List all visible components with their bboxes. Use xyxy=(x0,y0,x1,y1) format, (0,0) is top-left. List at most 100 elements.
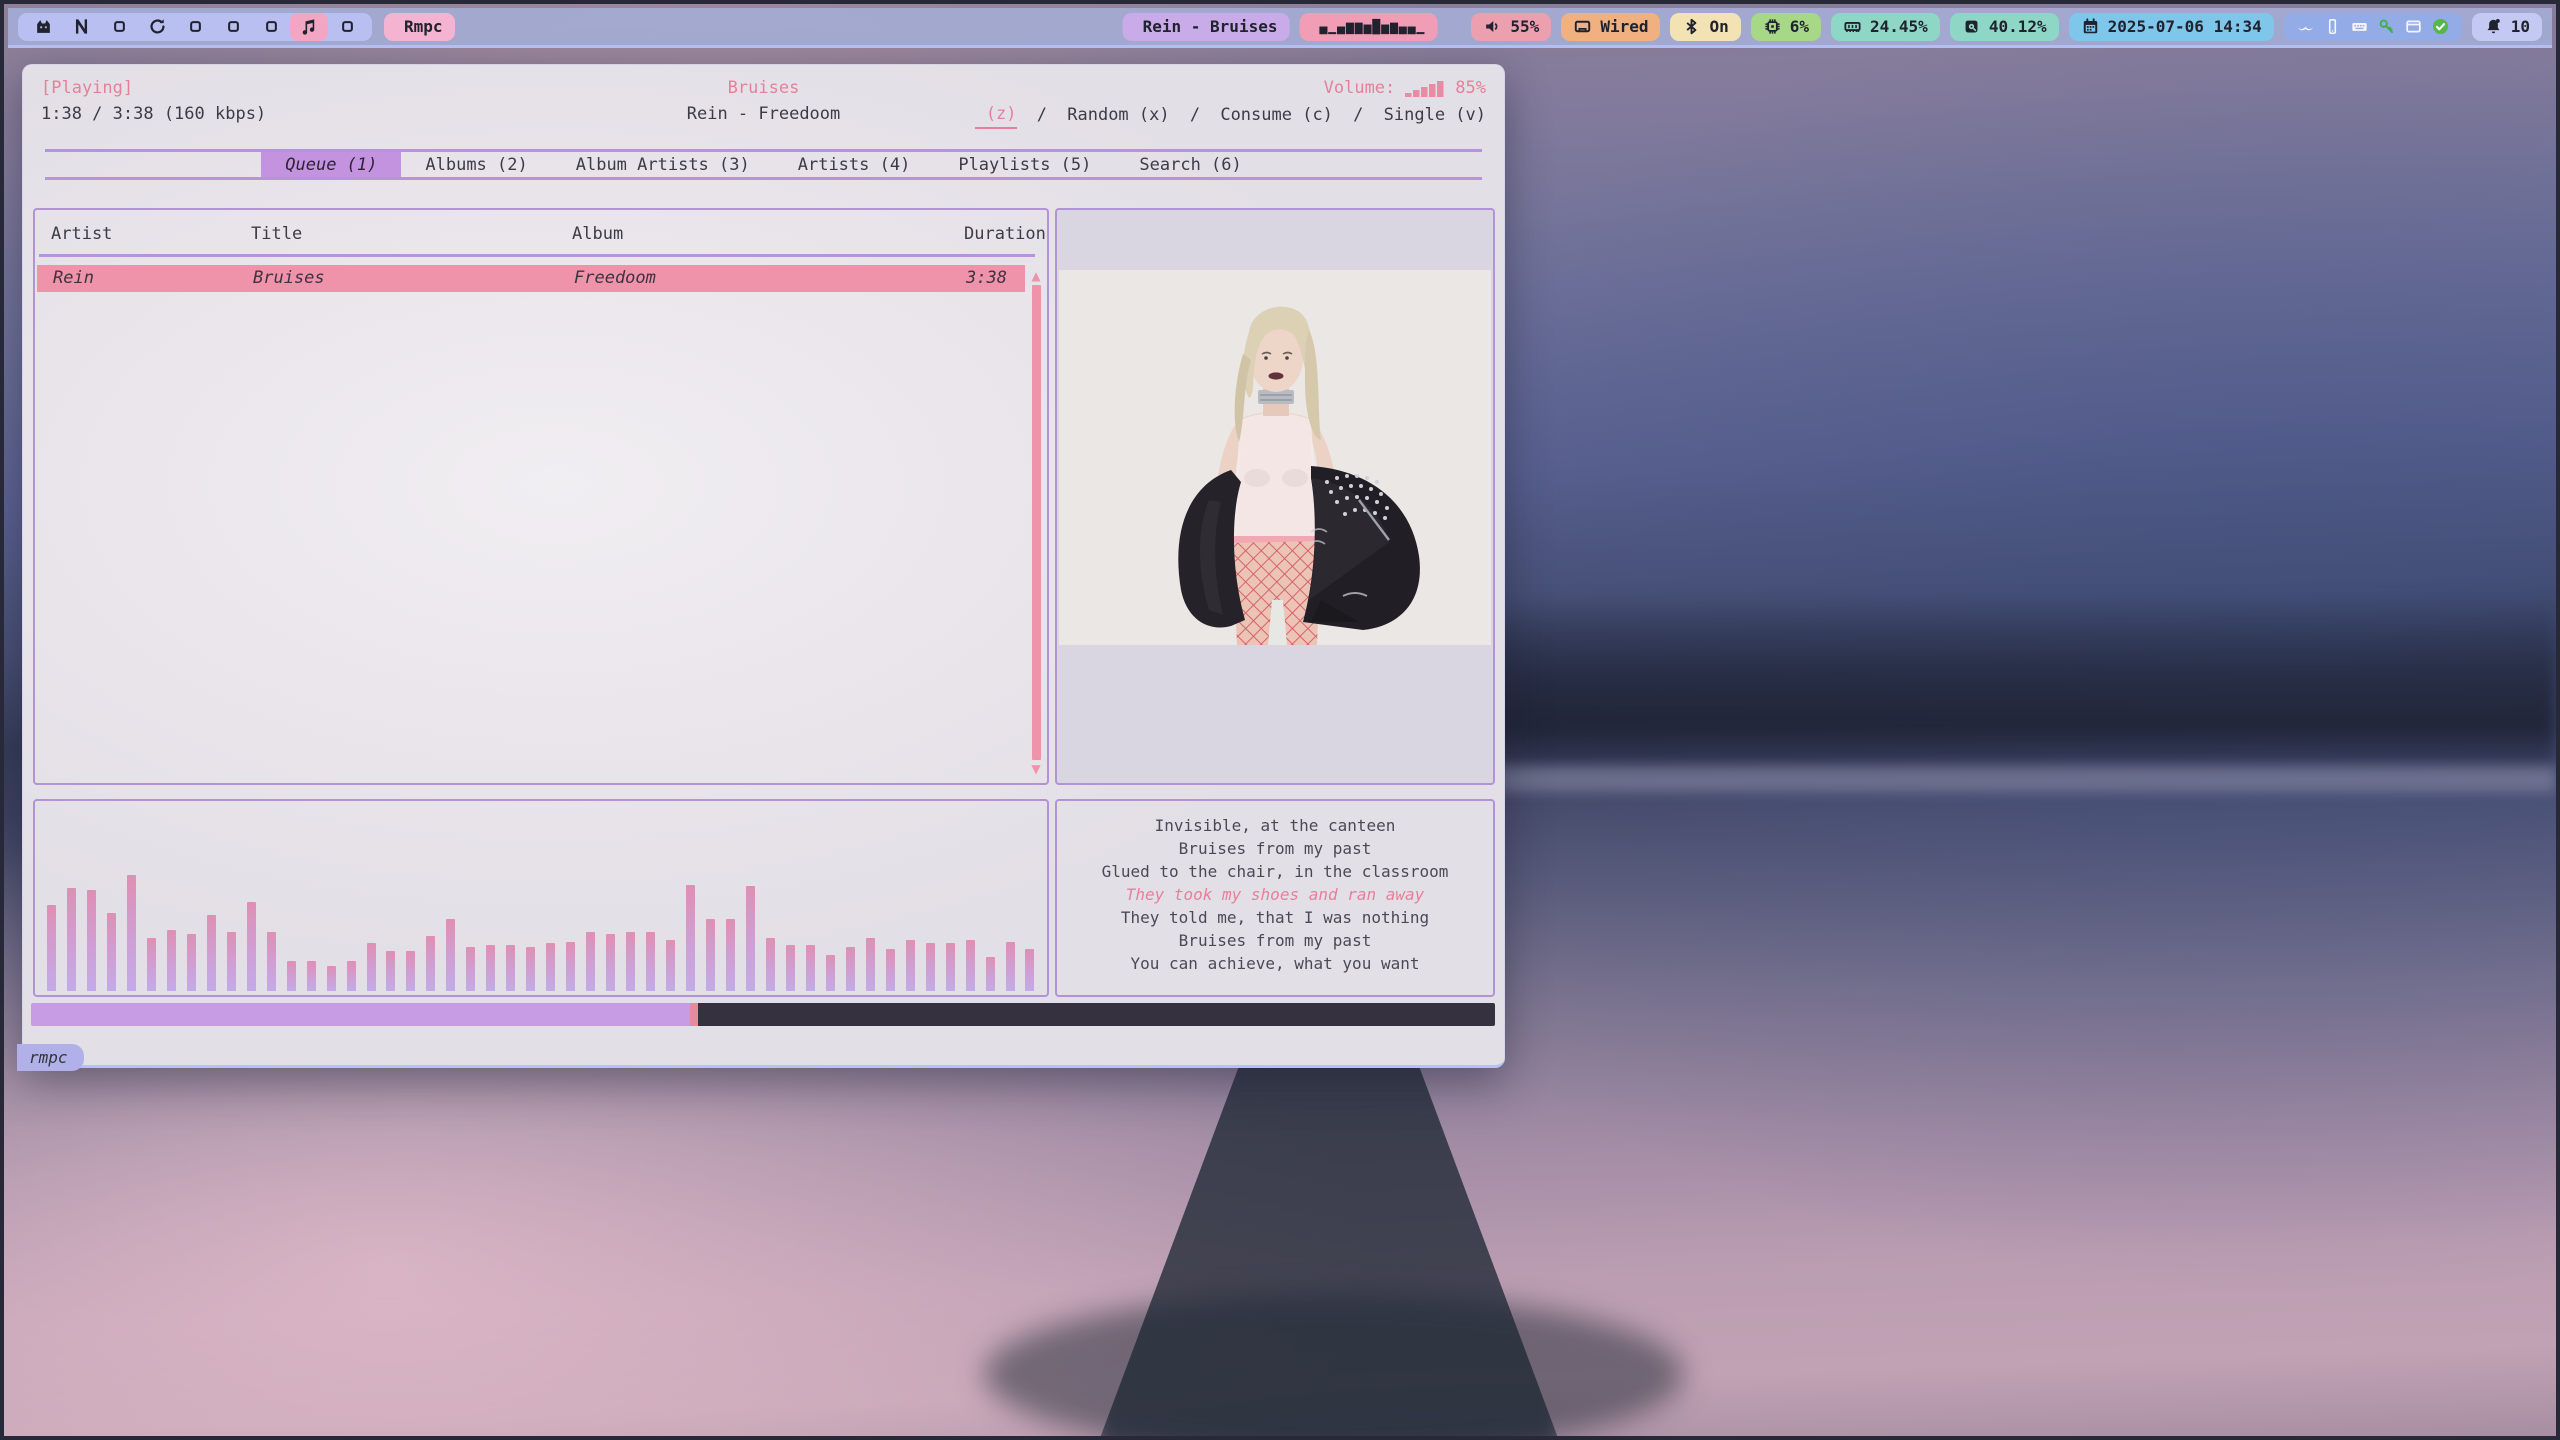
tab-queue-1[interactable]: Queue (1) xyxy=(261,152,401,177)
visualizer-bar xyxy=(806,945,815,991)
mini-visualizer-pill[interactable]: ▄▁▄▆▆▅█▅▆▄▄▁ xyxy=(1299,13,1437,41)
visualizer-bar xyxy=(486,945,495,991)
workspace-8-active[interactable] xyxy=(290,13,328,41)
key-icon[interactable] xyxy=(2377,17,2396,36)
now-playing-pill[interactable]: Rein - Bruises xyxy=(1123,13,1290,41)
window-button-rmpc[interactable]: Rmpc xyxy=(384,13,455,41)
notifications-pill[interactable]: 10 xyxy=(2472,13,2542,41)
column-header-album[interactable]: Album xyxy=(572,224,964,244)
visualizer-bar xyxy=(906,940,915,991)
tab-search-6[interactable]: Search (6) xyxy=(1115,152,1265,177)
queue-row-selected[interactable]: ReinBruisesFreedoom3:38 xyxy=(37,265,1025,292)
visualizer-bar xyxy=(546,943,555,991)
square-icon xyxy=(110,17,129,36)
toggle-z[interactable]: (z) xyxy=(975,101,1017,129)
workspace-3[interactable] xyxy=(100,13,138,41)
toggle-consumec[interactable]: Consume (c) xyxy=(1220,102,1333,128)
square-icon xyxy=(186,17,205,36)
separator-line xyxy=(45,177,1482,180)
visualizer-bar xyxy=(586,932,595,991)
workspace-7[interactable] xyxy=(252,13,290,41)
column-header-artist[interactable]: Artist xyxy=(51,224,251,244)
square-icon xyxy=(262,17,281,36)
status-pill-disk[interactable]: 40.12% xyxy=(1950,13,2059,41)
status-pill-clock[interactable]: 2025-07-06 14:34 xyxy=(2069,13,2274,41)
check-icon[interactable] xyxy=(2431,17,2450,36)
visualizer-bar xyxy=(426,936,435,991)
window-title-tag: rmpc xyxy=(17,1044,84,1071)
lyric-line: Glued to the chair, in the classroom xyxy=(1057,860,1493,883)
workspace-5[interactable] xyxy=(176,13,214,41)
visualizer-bar xyxy=(746,886,755,991)
visualizer-bar xyxy=(187,934,196,991)
network-icon xyxy=(1573,17,1592,36)
toggle-randomx[interactable]: Random (x) xyxy=(1067,102,1169,128)
lyric-line: They told me, that I was nothing xyxy=(1057,906,1493,929)
visualizer-bar xyxy=(67,888,76,991)
seek-bar-handle[interactable] xyxy=(690,1003,698,1026)
status-pill-cpu[interactable]: 6% xyxy=(1751,13,1821,41)
scroll-up-icon[interactable]: ▲ xyxy=(1031,270,1040,282)
status-pill-memory[interactable]: 24.45% xyxy=(1831,13,1940,41)
rmpc-window: [Playing] Bruises Volume: 85% xyxy=(22,64,1505,1068)
visualizer-bar xyxy=(227,932,236,991)
mini-visualizer-bars: ▄▁▄▆▆▅█▅▆▄▄▁ xyxy=(1319,21,1425,34)
disk-icon xyxy=(1962,17,1981,36)
toggle-separator: / xyxy=(1343,102,1374,128)
tab-playlists-5[interactable]: Playlists (5) xyxy=(934,152,1115,177)
lyric-line: Invisible, at the canteen xyxy=(1057,814,1493,837)
window-icon[interactable] xyxy=(2404,17,2423,36)
lyric-line: Bruises from my past xyxy=(1057,837,1493,860)
lyric-line: You can achieve, what you want xyxy=(1057,952,1493,975)
visualizer-bar xyxy=(367,943,376,991)
workspace-1[interactable] xyxy=(24,13,62,41)
volume-gauge-icon[interactable] xyxy=(1405,79,1445,97)
status-pill-volume[interactable]: 55% xyxy=(1471,13,1551,41)
workspace-6[interactable] xyxy=(214,13,252,41)
tab-artists-4[interactable]: Artists (4) xyxy=(774,152,935,177)
desktop: Rmpc Rein - Bruises ▄▁▄▆▆▅█▅▆▄▄▁ 55% Wire… xyxy=(0,0,2560,1440)
mode-toggles: (z) / Random (x) / Consume (c) / Single … xyxy=(975,101,1486,129)
visualizer-bar xyxy=(406,951,415,991)
cell-album: Freedoom xyxy=(574,265,966,292)
refresh-icon xyxy=(148,17,167,36)
notifications-count: 10 xyxy=(2511,17,2530,36)
seek-bar-elapsed xyxy=(31,1003,690,1026)
keyboard-icon[interactable] xyxy=(2350,17,2369,36)
workspace-9[interactable] xyxy=(328,13,366,41)
wallpaper-reflection xyxy=(984,1294,1684,1440)
queue-scrollbar[interactable]: ▲ ▼ xyxy=(1029,270,1043,775)
status-pill-network[interactable]: Wired xyxy=(1561,13,1660,41)
toggle-separator: / xyxy=(1027,102,1058,128)
status-pill-bluetooth[interactable]: On xyxy=(1670,13,1740,41)
memory-value: 24.45% xyxy=(1870,17,1928,36)
column-header-title[interactable]: Title xyxy=(251,224,572,244)
mustache-icon[interactable] xyxy=(2296,17,2315,36)
phone-icon[interactable] xyxy=(2323,17,2342,36)
status-bar-left: Rmpc xyxy=(18,13,455,41)
visualizer-bar xyxy=(327,966,336,991)
tab-albums-2[interactable]: Albums (2) xyxy=(401,152,551,177)
square-icon xyxy=(224,17,243,36)
workspace-4[interactable] xyxy=(138,13,176,41)
disk-value: 40.12% xyxy=(1989,17,2047,36)
cpu-value: 6% xyxy=(1790,17,1809,36)
visualizer-bar xyxy=(207,915,216,991)
cpu-icon xyxy=(1763,17,1782,36)
music-note-icon xyxy=(300,17,319,36)
visualizer-bar xyxy=(466,947,475,991)
workspace-switcher xyxy=(18,13,372,41)
seek-bar[interactable] xyxy=(31,1003,1495,1026)
visualizer-bar xyxy=(766,938,775,991)
visualizer-bar xyxy=(926,943,935,991)
toggle-singlev[interactable]: Single (v) xyxy=(1384,102,1486,128)
visualizer-bar xyxy=(446,919,455,991)
lyric-line: Bruises from my past xyxy=(1057,929,1493,952)
scroll-down-icon[interactable]: ▼ xyxy=(1031,763,1040,775)
queue-panel: ArtistTitleAlbumDuration ReinBruisesFree… xyxy=(33,208,1049,785)
volume-value: 55% xyxy=(1510,17,1539,36)
queue-table-body: ReinBruisesFreedoom3:38 xyxy=(35,265,1047,292)
scrollbar-thumb[interactable] xyxy=(1032,285,1041,760)
tab-album-artists-3[interactable]: Album Artists (3) xyxy=(552,152,774,177)
workspace-2[interactable] xyxy=(62,13,100,41)
